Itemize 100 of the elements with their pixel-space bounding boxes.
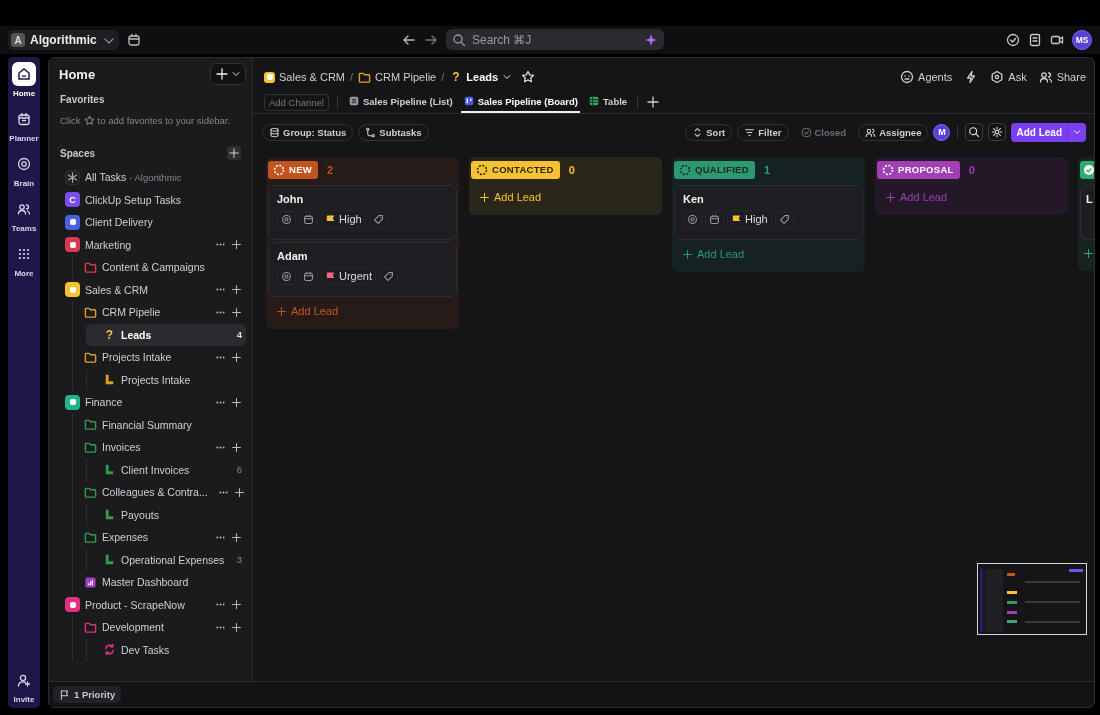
rail-item[interactable]: Planner [9, 107, 39, 143]
sidebar-item[interactable]: All Tasks - Algorithmic [59, 166, 246, 189]
dashed-circle-icon [476, 163, 488, 176]
search-button[interactable] [965, 123, 984, 141]
status-chip[interactable]: PROPOSAL [877, 160, 960, 179]
tag-button[interactable] [368, 210, 388, 228]
dashed-circle-icon [679, 163, 691, 176]
assignee-button[interactable] [277, 210, 296, 228]
ask-button[interactable]: Ask [990, 70, 1027, 84]
sidebar-item[interactable]: Invoices [73, 436, 246, 459]
add-user-icon [17, 673, 31, 687]
tag-button[interactable] [379, 267, 399, 285]
add-lead-link[interactable]: Add Lead [674, 242, 863, 268]
sidebar-item[interactable]: ? Leads 4 [87, 323, 246, 346]
sidebar-item[interactable]: Colleagues & Contra... [73, 481, 246, 504]
breadcrumb-item[interactable]: ? Leads [449, 70, 513, 84]
date-button[interactable] [299, 210, 318, 228]
check-circle-icon[interactable] [1006, 33, 1020, 47]
status-chip[interactable]: QUALIFIED [674, 160, 755, 179]
user-avatar[interactable]: MS [1072, 30, 1092, 50]
priority-button[interactable]: High [321, 210, 366, 228]
rail-item[interactable]: More [12, 242, 36, 278]
task-card[interactable]: John High [268, 185, 457, 240]
people-icon [865, 126, 877, 138]
calendar-icon[interactable] [126, 33, 141, 47]
view-tab[interactable]: Table [586, 91, 630, 113]
date-button[interactable] [299, 267, 318, 285]
assignee-avatar[interactable]: M [933, 123, 951, 141]
sidebar-item[interactable]: Operational Expenses 3 [87, 548, 246, 571]
rail-item[interactable]: Brain [12, 152, 36, 188]
sidebar-item[interactable]: Marketing [59, 233, 246, 256]
status-chip[interactable]: CONTACTED [471, 160, 560, 179]
column-count: 0 [568, 163, 575, 176]
asterisk-icon [65, 169, 80, 185]
rail-item[interactable]: Teams [11, 197, 37, 233]
priority-filter-button[interactable]: 1 Priority [53, 686, 122, 703]
add-lead-link[interactable]: Add Lead [471, 185, 660, 211]
share-button[interactable]: Share [1038, 70, 1086, 84]
assignee-button[interactable] [277, 267, 296, 285]
task-card[interactable]: L [1080, 185, 1094, 240]
sidebar-item[interactable]: Development [73, 616, 246, 639]
view-tab[interactable]: Sales Pipeline (List) [345, 91, 455, 113]
add-channel-button[interactable]: Add Channel [264, 93, 329, 111]
priority-button[interactable]: Urgent [321, 267, 377, 285]
workspace-switcher[interactable]: A Algorithmic [8, 30, 119, 50]
invite-button[interactable]: Invite [12, 668, 36, 704]
plus-icon [228, 147, 240, 159]
create-button[interactable] [210, 63, 246, 85]
grid-icon [17, 247, 31, 261]
column-count: 1 [763, 163, 771, 176]
plus-icon [215, 67, 229, 81]
search-field[interactable]: Search ⌘J [472, 32, 638, 47]
sidebar-item[interactable]: Financial Summary [73, 413, 246, 436]
settings-button[interactable] [988, 123, 1007, 141]
caret-icon [1072, 127, 1082, 137]
item-count: 6 [236, 464, 242, 476]
calendar-icon [303, 213, 314, 225]
sidebar-item[interactable]: Client Invoices 6 [87, 458, 246, 481]
priority-button[interactable]: High [727, 210, 772, 228]
task-card[interactable]: Adam Urgent [268, 242, 457, 297]
add-view-icon[interactable] [646, 95, 661, 109]
notepad-icon[interactable] [1028, 33, 1042, 47]
sidebar-item[interactable]: Payouts [87, 503, 246, 526]
sidebar-item[interactable]: Client Delivery [59, 211, 246, 234]
user-circle-icon [281, 270, 292, 282]
video-icon[interactable] [1050, 33, 1064, 47]
breadcrumb-separator: / [441, 71, 445, 83]
status-chip[interactable]: NEW [268, 160, 319, 179]
sidebar-item[interactable]: Master Dashboard [73, 571, 246, 594]
plus-icon [885, 191, 896, 203]
add-lead-link[interactable]: Add Lead [268, 299, 457, 325]
sidebar-item[interactable]: Projects Intake [73, 346, 246, 369]
space-avatar: C [65, 192, 80, 208]
agents-button[interactable]: Agents [900, 70, 953, 84]
user-circle-icon [687, 213, 698, 225]
sidebar-item[interactable]: Dev Tasks [87, 638, 246, 661]
sidebar-item[interactable]: CRM Pipelie [73, 301, 246, 324]
plus-icon [479, 191, 490, 203]
favorite-star-icon[interactable] [521, 70, 536, 84]
column-count: 2 [327, 163, 334, 176]
robot-face-icon [900, 70, 915, 84]
sidebar-item[interactable]: Projects Intake [87, 368, 246, 391]
search-bar[interactable]: Search ⌘J [446, 29, 664, 50]
sidebar-item[interactable]: C ClickUp Setup Tasks [59, 188, 246, 211]
breadcrumb-item[interactable]: Sales & CRM [264, 71, 346, 83]
task-card[interactable]: Ken High [674, 185, 863, 240]
plus-icon[interactable] [1083, 248, 1094, 259]
breadcrumb-item[interactable]: CRM Pipelie [358, 70, 437, 84]
view-tab[interactable]: Sales Pipeline (Board) [460, 91, 580, 113]
sidebar-item[interactable]: Product - ScrapeNow [59, 593, 246, 616]
sidebar-item[interactable]: Sales & CRM [59, 278, 246, 301]
date-button[interactable] [705, 210, 724, 228]
sidebar-item[interactable]: Content & Campaigns [73, 256, 246, 279]
user-circle-icon [281, 213, 292, 225]
sidebar-item[interactable]: Finance [59, 391, 246, 414]
assignee-button[interactable] [683, 210, 702, 228]
sidebar-item[interactable]: Expenses [73, 526, 246, 549]
workspace-label: - Algorithmic [129, 171, 182, 183]
add-space-button[interactable] [227, 146, 241, 160]
tag-button[interactable] [774, 210, 794, 228]
